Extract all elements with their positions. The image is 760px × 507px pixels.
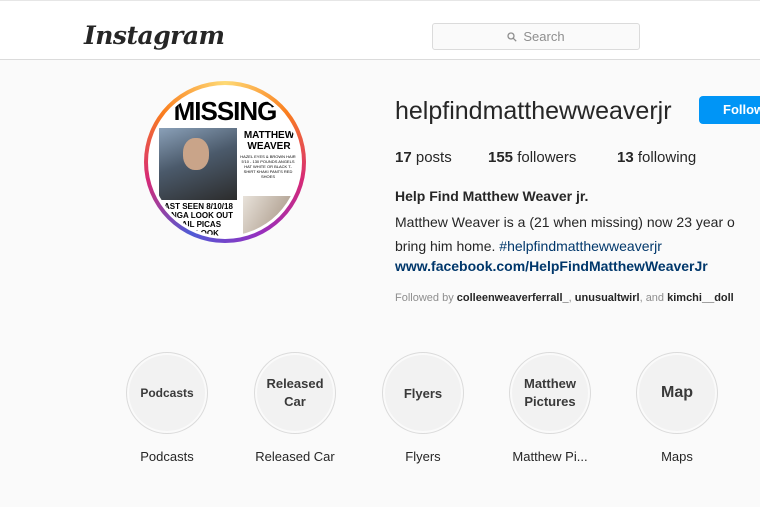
highlight-label: Maps (661, 449, 693, 464)
following-count-value: 13 (617, 149, 634, 166)
bio-line-1: Matthew Weaver is a (21 when missing) no… (395, 214, 735, 230)
bio-hashtag-link[interactable]: #helpfindmatthewweaverjr (499, 238, 662, 254)
poster-face (183, 138, 209, 170)
missing-poster-image: MISSING MATTHEW WEAVER HAZEL EYES & BROW… (151, 88, 299, 236)
following-count[interactable]: 13 following (617, 149, 696, 166)
poster-last-seen: LAST SEEN 8/10/18 GANGA LOOK OUT TRAIL P… (159, 202, 233, 236)
highlight-cover-text: Map (639, 355, 715, 431)
search-input[interactable]: Search (432, 23, 640, 50)
poster-headline: MISSING (173, 96, 278, 126)
follow-button[interactable]: Follow (699, 96, 760, 124)
followers-count-label: followers (513, 149, 577, 166)
followers-count[interactable]: 155 followers (488, 149, 576, 166)
highlight-cover: Released Car (254, 352, 336, 434)
instagram-logo[interactable]: Instagram (84, 21, 225, 50)
highlight-cover-text: Podcasts (129, 355, 205, 431)
followers-count-value: 155 (488, 149, 514, 166)
followed-by-user-3: kimchi__doll (667, 292, 734, 304)
profile-bio: Matthew Weaver is a (21 when missing) no… (395, 210, 760, 258)
posts-count-value: 17 (395, 149, 412, 166)
highlight-podcasts[interactable]: Podcasts Podcasts (122, 352, 212, 464)
highlight-flyers[interactable]: Flyers Flyers (378, 352, 468, 464)
highlight-cover-text: Matthew Pictures (512, 355, 588, 431)
followed-by-text[interactable]: Followed by colleenweaverferrall_, unusu… (395, 292, 734, 304)
posts-count-label: posts (411, 149, 452, 166)
profile-website-link[interactable]: www.facebook.com/HelpFindMatthewWeaverJr (395, 258, 708, 274)
bio-line-2: bring him home. #helpfindmatthewweaverjr (395, 234, 760, 258)
bio-line-2-text: bring him home. (395, 238, 500, 254)
highlight-label: Flyers (405, 449, 441, 464)
highlight-cover: Podcasts (126, 352, 208, 434)
highlight-matthew-pictures[interactable]: Matthew Pictures Matthew Pi... (505, 352, 595, 464)
highlight-maps[interactable]: Map Maps (632, 352, 722, 464)
profile-avatar[interactable]: MISSING MATTHEW WEAVER HAZEL EYES & BROW… (144, 81, 306, 243)
highlight-cover: Matthew Pictures (509, 352, 591, 434)
followed-by-user-2: unusualtwirl (574, 292, 640, 304)
search-icon (507, 31, 518, 42)
highlight-cover-text: Flyers (385, 355, 461, 431)
highlight-cover: Flyers (382, 352, 464, 434)
profile-full-name: Help Find Matthew Weaver jr. (395, 188, 589, 204)
followed-by-and: , and (639, 292, 668, 304)
highlight-released-car[interactable]: Released Car Released Car (250, 352, 340, 464)
poster-description: HAZEL EYES & BROWN HAIR 5'10 - 130 POUND… (240, 154, 296, 179)
highlight-label: Released Car (255, 449, 335, 464)
posts-count: 17 posts (395, 149, 452, 166)
highlight-label: Matthew Pi... (512, 449, 588, 464)
avatar-frame: MISSING MATTHEW WEAVER HAZEL EYES & BROW… (148, 85, 302, 239)
poster-name: MATTHEW WEAVER (243, 130, 295, 152)
highlight-cover-text: Released Car (257, 355, 333, 431)
followed-by-prefix: Followed by (395, 292, 457, 304)
highlight-cover: Map (636, 352, 718, 434)
profile-username: helpfindmatthewweaverjr (395, 97, 672, 125)
poster-photo-main (159, 128, 237, 200)
following-count-label: following (633, 149, 697, 166)
search-placeholder: Search (523, 29, 565, 44)
highlight-label: Podcasts (140, 449, 194, 464)
top-navigation-bar: Instagram Search (0, 0, 760, 60)
followed-by-user-1: colleenweaverferrall_ (456, 292, 569, 304)
poster-photo-secondary (243, 196, 293, 236)
